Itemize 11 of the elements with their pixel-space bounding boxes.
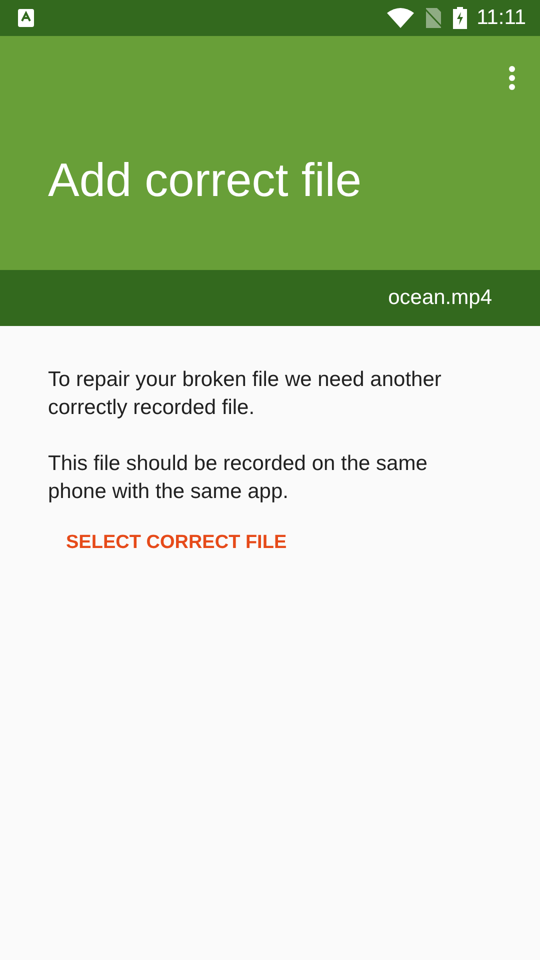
battery-charging-icon [452, 7, 467, 29]
no-sim-icon [424, 8, 443, 28]
status-time: 11:11 [476, 6, 526, 30]
instruction-text: This file should be recorded on the same phone with the same app. [48, 451, 428, 505]
wifi-icon [386, 8, 414, 28]
more-options-icon[interactable] [508, 66, 516, 90]
page-title: Add correct file [48, 152, 362, 208]
select-file-button[interactable]: SELECT CORRECT FILE [58, 528, 295, 558]
instruction-text: To repair your broken file we need another correctly recorded file. [48, 367, 442, 421]
file-name: ocean.mp4 [388, 286, 492, 310]
notification-icon [18, 9, 34, 27]
